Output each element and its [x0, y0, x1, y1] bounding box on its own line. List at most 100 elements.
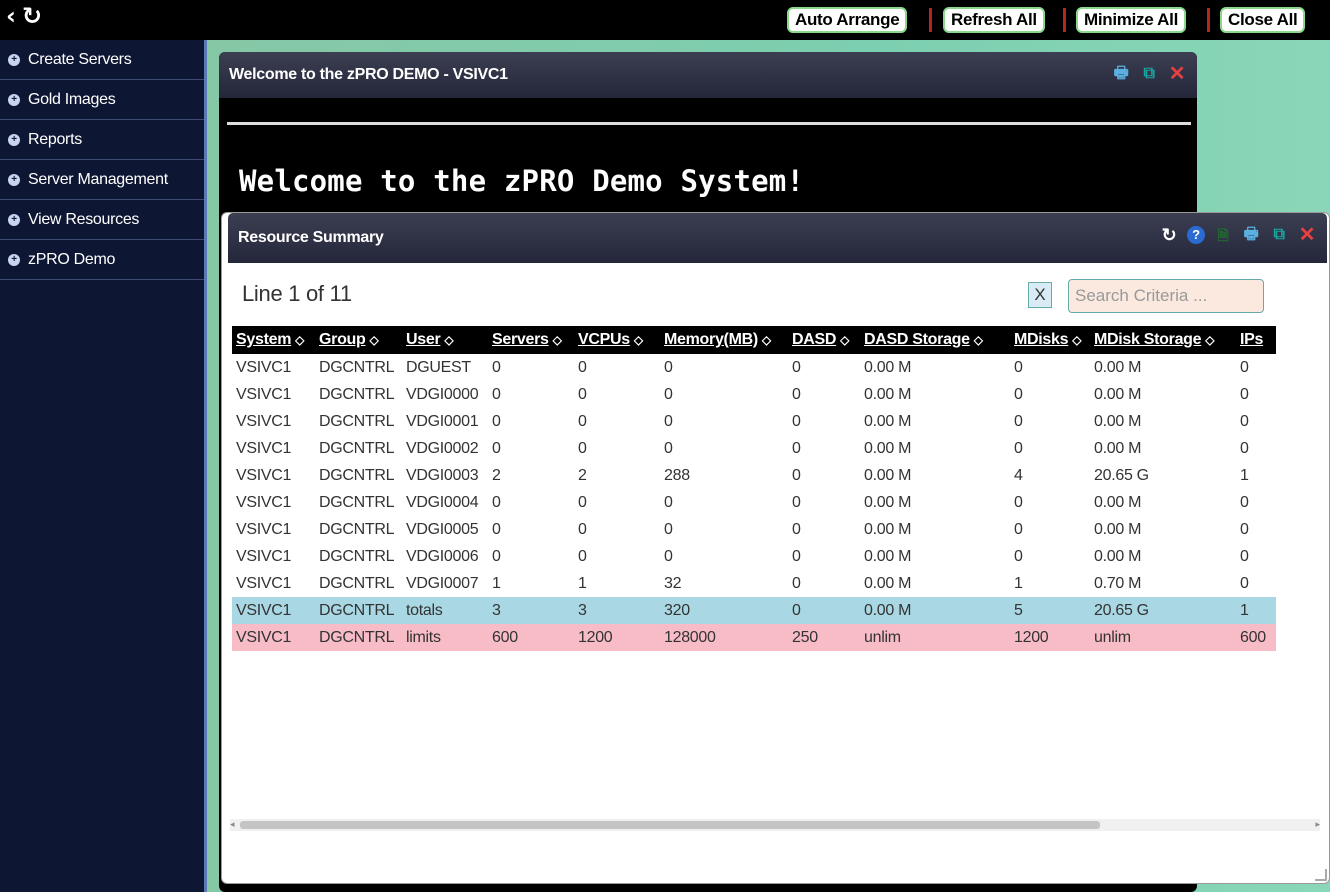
- column-header[interactable]: Servers ◇: [488, 326, 574, 354]
- table-row[interactable]: VSIVC1 DGCNTRL VDGI0002 0 0 0 0 0.00 M 0 0.00 M 0: [232, 435, 1276, 462]
- table-row[interactable]: VSIVC1 DGCNTRL DGUEST 0 0 0 0 0.00 M 0 0.00 M 0: [232, 354, 1276, 381]
- resource-table: System ◇ Group ◇ User ◇ Servers ◇ VCPUs ◇ Memory(M…: [232, 326, 1276, 651]
- sort-icon[interactable]: ◇: [974, 333, 983, 347]
- column-header[interactable]: IPs: [1236, 326, 1276, 354]
- horizontal-scrollbar[interactable]: ◂ ▸: [230, 819, 1320, 831]
- sort-icon[interactable]: ◇: [840, 333, 849, 347]
- table-cell: 0.70 M: [1094, 574, 1142, 592]
- window-controls: ↻ ? 🗎 🖶 ⧉ ✕: [1159, 225, 1317, 245]
- table-row[interactable]: VSIVC1 DGCNTRL limits 600 1200 128000 250 unlim…: [232, 624, 1276, 651]
- table-cell: VSIVC1: [236, 493, 292, 511]
- resize-handle[interactable]: [1315, 869, 1327, 881]
- refresh-icon[interactable]: ↻: [1159, 225, 1179, 245]
- column-header-label: Servers: [492, 331, 549, 348]
- table-row[interactable]: VSIVC1 DGCNTRL VDGI0006 0 0 0 0 0.00 M 0 0.00 M 0: [232, 543, 1276, 570]
- table-cell: 0: [1240, 574, 1249, 592]
- csv-export-icon[interactable]: 🗎: [1213, 225, 1233, 245]
- table-cell: 600: [488, 624, 574, 651]
- table-cell: 0: [492, 520, 501, 538]
- sidebar-item-create-servers[interactable]: + Create Servers: [0, 40, 204, 80]
- print-icon[interactable]: 🖶: [1241, 225, 1261, 245]
- scroll-right-icon[interactable]: ▸: [1315, 819, 1320, 830]
- table-cell: 1: [1236, 597, 1276, 624]
- column-header[interactable]: VCPUs ◇: [574, 326, 660, 354]
- table-cell: 0: [1014, 412, 1023, 430]
- column-header[interactable]: System ◇: [232, 326, 315, 354]
- minimize-all-button[interactable]: Minimize All: [1076, 7, 1187, 33]
- column-header[interactable]: Group ◇: [315, 326, 402, 354]
- table-cell: DGCNTRL: [319, 385, 395, 403]
- sort-icon[interactable]: ◇: [1072, 333, 1081, 347]
- sidebar-item-zpro-demo[interactable]: + zPRO Demo: [0, 240, 204, 280]
- resource-window-titlebar[interactable]: Resource Summary ↻ ? 🗎 🖶 ⧉ ✕: [228, 213, 1327, 263]
- print-icon[interactable]: 🖶: [1111, 64, 1131, 84]
- toolbar-separator: [929, 8, 932, 32]
- sidebar-item-view-resources[interactable]: + View Resources: [0, 200, 204, 240]
- table-row[interactable]: VSIVC1 DGCNTRL VDGI0005 0 0 0 0 0.00 M 0 0.00 M 0: [232, 516, 1276, 543]
- search-input[interactable]: [1068, 279, 1264, 313]
- table-cell: DGCNTRL: [315, 597, 402, 624]
- sidebar-item-reports[interactable]: + Reports: [0, 120, 204, 160]
- popout-icon[interactable]: ⧉: [1139, 64, 1159, 84]
- table-cell: 0.00 M: [864, 412, 912, 430]
- table-cell: 0: [1014, 547, 1023, 565]
- refresh-all-button[interactable]: Refresh All: [943, 7, 1045, 33]
- table-cell: 0: [792, 358, 801, 376]
- welcome-window-titlebar[interactable]: Welcome to the zPRO DEMO - VSIVC1 🖶 ⧉ ✕: [219, 52, 1197, 98]
- sort-icon[interactable]: ◇: [1205, 333, 1214, 347]
- sidebar-item-server-management[interactable]: + Server Management: [0, 160, 204, 200]
- clear-search-button[interactable]: X: [1028, 282, 1052, 308]
- table-cell: DGCNTRL: [319, 439, 395, 457]
- help-icon[interactable]: ?: [1187, 226, 1205, 244]
- table-cell: 0: [492, 358, 501, 376]
- column-header[interactable]: User ◇: [402, 326, 488, 354]
- table-row[interactable]: VSIVC1 DGCNTRL VDGI0000 0 0 0 0 0.00 M 0 0.00 M 0: [232, 381, 1276, 408]
- sort-icon[interactable]: ◇: [762, 333, 771, 347]
- chevron-left-icon[interactable]: ‹: [6, 2, 16, 30]
- table-row[interactable]: VSIVC1 DGCNTRL VDGI0004 0 0 0 0 0.00 M 0 0.00 M 0: [232, 489, 1276, 516]
- desktop-area: Welcome to the zPRO DEMO - VSIVC1 🖶 ⧉ ✕ …: [207, 40, 1330, 892]
- refresh-icon[interactable]: ↻: [22, 2, 42, 30]
- sort-icon[interactable]: ◇: [553, 333, 562, 347]
- window-title: Welcome to the zPRO DEMO - VSIVC1: [229, 66, 508, 83]
- table-cell: DGCNTRL: [319, 493, 395, 511]
- column-header[interactable]: MDisks ◇: [1010, 326, 1090, 354]
- scroll-left-icon[interactable]: ◂: [230, 819, 235, 830]
- table-cell: 0: [1014, 439, 1023, 457]
- table-row[interactable]: VSIVC1 DGCNTRL VDGI0003 2 2 288 0 0.00 M 4 20.65 …: [232, 462, 1276, 489]
- sidebar-item-label: Reports: [28, 130, 82, 148]
- table-cell: 288: [664, 466, 690, 484]
- table-cell: 1: [1240, 466, 1249, 484]
- table-cell: DGCNTRL: [315, 624, 402, 651]
- table-cell: 0.00 M: [1094, 547, 1142, 565]
- sort-icon[interactable]: ◇: [370, 333, 379, 347]
- table-cell: VSIVC1: [236, 520, 292, 538]
- table-row[interactable]: VSIVC1 DGCNTRL totals 3 3 320 0 0.00 M 5 20.65 G1: [232, 597, 1276, 624]
- popout-icon[interactable]: ⧉: [1269, 225, 1289, 245]
- table-cell: 0: [664, 493, 673, 511]
- sort-icon[interactable]: ◇: [295, 333, 304, 347]
- scrollbar-thumb[interactable]: [240, 821, 1100, 829]
- sidebar-item-gold-images[interactable]: + Gold Images: [0, 80, 204, 120]
- column-header[interactable]: DASD Storage ◇: [860, 326, 1010, 354]
- auto-arrange-button[interactable]: Auto Arrange: [787, 7, 908, 33]
- table-cell: VSIVC1: [236, 574, 292, 592]
- table-cell: DGCNTRL: [319, 520, 395, 538]
- table-cell: VSIVC1: [236, 385, 292, 403]
- sort-icon[interactable]: ◇: [444, 333, 453, 347]
- sort-icon[interactable]: ◇: [634, 333, 643, 347]
- column-header[interactable]: MDisk Storage ◇: [1090, 326, 1236, 354]
- table-row[interactable]: VSIVC1 DGCNTRL VDGI0007 1 1 32 0 0.00 M 1 0.70 M 0: [232, 570, 1276, 597]
- close-all-button[interactable]: Close All: [1220, 7, 1306, 33]
- table-cell: 1200: [1010, 624, 1090, 651]
- table-cell: 0: [1014, 520, 1023, 538]
- sidebar-item-label: Create Servers: [28, 50, 132, 68]
- sidebar-item-label: View Resources: [28, 210, 140, 228]
- table-cell: 0.00 M: [864, 466, 912, 484]
- column-header[interactable]: Memory(MB) ◇: [660, 326, 788, 354]
- close-icon[interactable]: ✕: [1297, 225, 1317, 245]
- close-icon[interactable]: ✕: [1167, 64, 1187, 84]
- table-row[interactable]: VSIVC1 DGCNTRL VDGI0001 0 0 0 0 0.00 M 0 0.00 M 0: [232, 408, 1276, 435]
- column-header[interactable]: DASD ◇: [788, 326, 860, 354]
- table-cell: 0: [492, 412, 501, 430]
